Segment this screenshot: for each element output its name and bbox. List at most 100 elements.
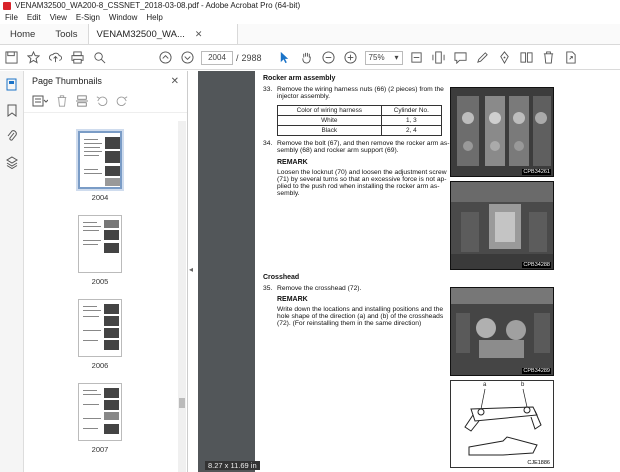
window-title: VENAM32500_WA200-8_CSSNET_2018-03-08.pdf… (15, 1, 301, 10)
window-titlebar: VENAM32500_WA200-8_CSSNET_2018-03-08.pdf… (0, 0, 620, 11)
cursor-arrow-icon (280, 51, 289, 64)
page-separator: / (236, 52, 239, 63)
page-thumbnails-icon (6, 78, 17, 90)
crosshead-diagram: a b CJE1886 (450, 380, 554, 468)
crosshead-photo: CPB34289 (450, 287, 554, 376)
table-cell: 2, 4 (380, 125, 443, 136)
navigation-rail (0, 71, 24, 472)
redo-button[interactable] (116, 95, 128, 109)
search-icon (93, 52, 105, 64)
tab-home[interactable]: Home (0, 24, 45, 44)
zoom-in-button[interactable] (340, 48, 362, 68)
menu-window[interactable]: Window (109, 13, 137, 22)
document-page: Rocker arm assembly 33. Remove the wirin… (255, 71, 620, 472)
zoom-dropdown[interactable]: 75% ▾ (364, 50, 403, 65)
remark-label: REMARK (277, 159, 308, 166)
organize-button[interactable] (516, 48, 538, 68)
printer-icon (70, 51, 84, 64)
document-viewer[interactable]: Rocker arm assembly 33. Remove the wirin… (198, 71, 620, 472)
thumbnail-label: 2005 (91, 277, 109, 286)
layers-icon (6, 155, 18, 169)
delete-pages-button[interactable] (56, 94, 68, 109)
panel-scrollbar-thumb[interactable] (179, 398, 185, 408)
hand-tool-button[interactable] (296, 48, 318, 68)
thumbnail-page[interactable] (78, 299, 122, 357)
thumbnail-page[interactable] (78, 383, 122, 441)
thumbnail-page[interactable] (78, 215, 122, 273)
section-heading-crosshead: Crosshead (263, 274, 300, 281)
thumbnail-label: 2004 (91, 193, 109, 202)
find-button[interactable] (88, 48, 110, 68)
scroll-mode-icon (432, 51, 445, 64)
tab-document[interactable]: VENAM32500_WA... ✕ (87, 24, 238, 44)
thumbnail-page[interactable] (78, 131, 122, 189)
close-panel-icon[interactable]: ✕ (171, 76, 179, 87)
wiring-harness-table: Color of wiring harness Cylinder No. Whi… (277, 105, 443, 136)
push-rod-photo: CPB34288 (450, 181, 554, 270)
panel-scrollbar[interactable] (178, 121, 186, 472)
next-page-button[interactable] (176, 48, 198, 68)
undo-icon (96, 95, 108, 106)
acrobat-logo-icon (3, 1, 11, 10)
tab-tools[interactable]: Tools (45, 24, 87, 44)
trash-icon (543, 51, 554, 64)
bookmark-button[interactable] (22, 48, 44, 68)
step-text: injector assembly. (277, 93, 331, 100)
remark-label: REMARK (277, 296, 308, 303)
close-tab-icon[interactable]: ✕ (195, 29, 203, 40)
zoom-out-button[interactable] (318, 48, 340, 68)
menu-view[interactable]: View (50, 13, 67, 22)
menu-help[interactable]: Help (146, 13, 162, 22)
insert-pages-button[interactable] (76, 94, 88, 109)
export-pdf-icon (566, 51, 576, 64)
table-cell: 1, 3 (380, 115, 443, 126)
fit-page-button[interactable] (406, 48, 428, 68)
step-number: 33. (263, 86, 273, 93)
plus-circle-icon (344, 51, 357, 64)
step-text: sembly (68) and rocker arm support (69). (277, 147, 399, 154)
save-button[interactable] (0, 48, 22, 68)
thumbnail-list: 2004 2005 2006 2007 (24, 121, 178, 472)
pen-nib-icon (500, 51, 509, 64)
save-icon (4, 51, 18, 64)
print-button[interactable] (66, 48, 88, 68)
previous-page-button[interactable] (154, 48, 176, 68)
figure-code: CPB34261 (522, 169, 551, 175)
figure-code: CPB34288 (522, 262, 551, 268)
organize-pages-icon (520, 52, 533, 63)
panel-header: Page Thumbnails ✕ (24, 71, 187, 91)
trash-icon (57, 94, 67, 107)
undo-button[interactable] (96, 95, 108, 109)
page-thumbnails-button[interactable] (0, 71, 24, 97)
upload-button[interactable] (44, 48, 66, 68)
delete-button[interactable] (538, 48, 560, 68)
arrow-up-circle-icon (158, 51, 172, 64)
thumbnails-panel: Page Thumbnails ✕ 2004 2005 2006 2007 (24, 71, 188, 472)
rocker-arm-photo: CPB34261 (450, 87, 554, 177)
attachments-button[interactable] (0, 123, 24, 149)
main-toolbar: 2004 / 2988 75% ▾ (0, 46, 620, 70)
layers-button[interactable] (0, 149, 24, 175)
export-button[interactable] (560, 48, 582, 68)
collapse-panel-icon[interactable]: ◂ (189, 265, 197, 279)
fill-sign-button[interactable] (494, 48, 516, 68)
arrow-down-circle-icon (180, 51, 194, 64)
page-number-input[interactable]: 2004 (201, 50, 233, 65)
rocker-arm-photo-graphic (451, 88, 553, 176)
highlight-button[interactable] (472, 48, 494, 68)
zoom-value: 75% (368, 53, 385, 62)
hand-icon (302, 52, 311, 64)
crosshead-diagram-graphic (451, 381, 553, 467)
table-cell: White (277, 115, 382, 126)
diagram-label-b: b (521, 382, 525, 388)
menu-esign[interactable]: E-Sign (76, 13, 100, 22)
tab-document-label: VENAM32500_WA... (96, 28, 185, 40)
scrolling-mode-button[interactable] (428, 48, 450, 68)
menu-edit[interactable]: Edit (27, 13, 41, 22)
comment-button[interactable] (450, 48, 472, 68)
bookmarks-button[interactable] (0, 97, 24, 123)
options-menu-button[interactable] (32, 95, 49, 109)
select-tool-button[interactable] (274, 48, 296, 68)
redo-icon (116, 95, 128, 106)
menu-file[interactable]: File (5, 13, 18, 22)
